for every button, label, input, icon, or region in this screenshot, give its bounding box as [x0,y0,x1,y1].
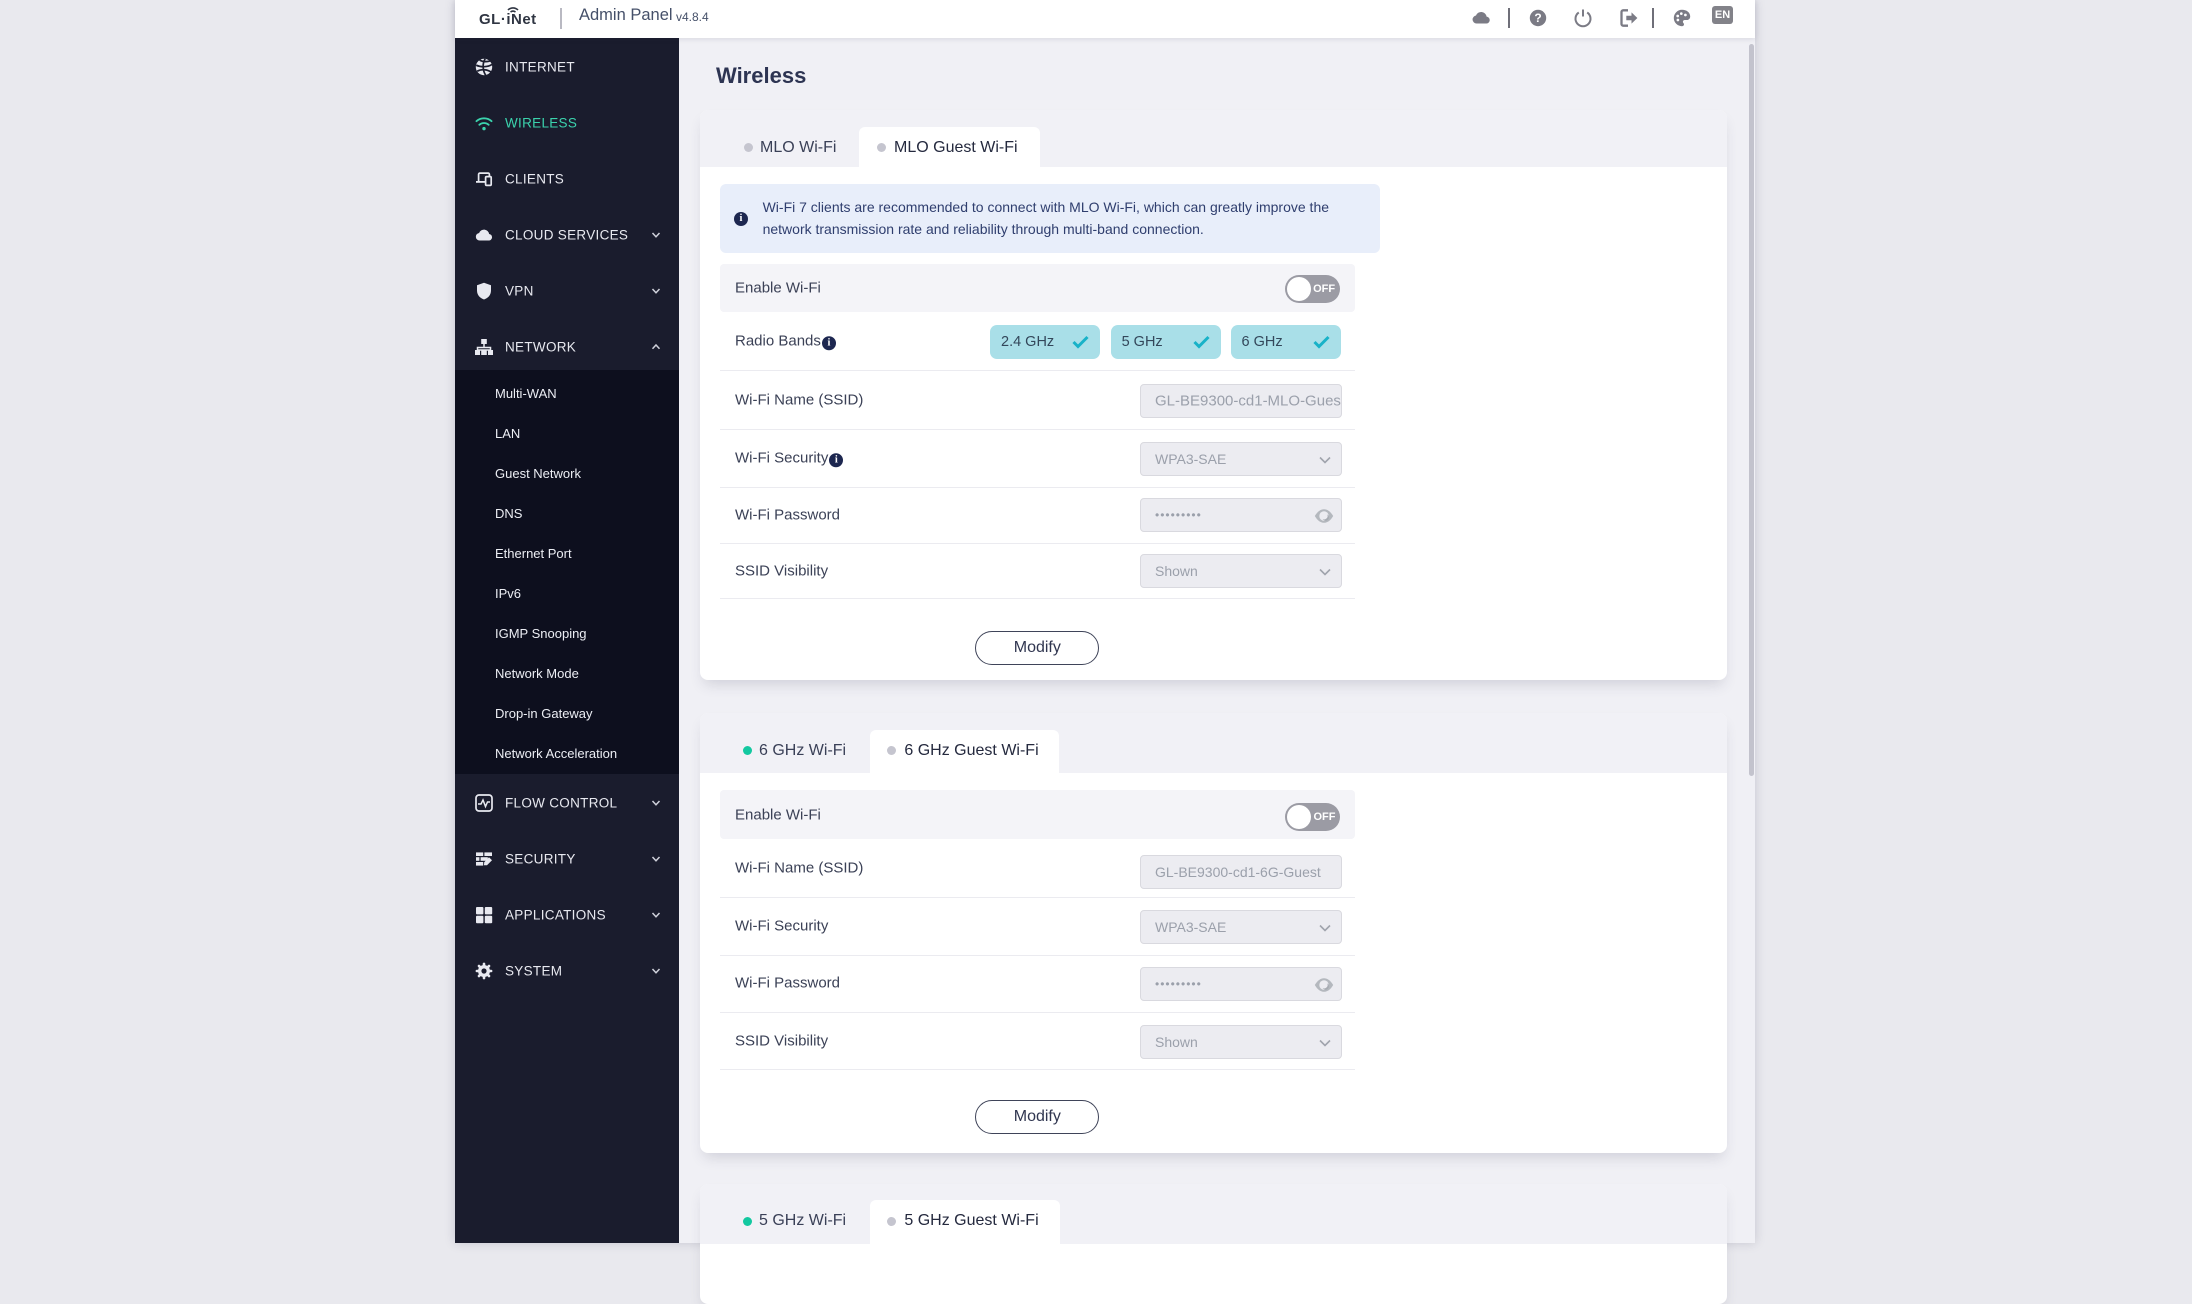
svg-text:?: ? [1534,11,1541,25]
